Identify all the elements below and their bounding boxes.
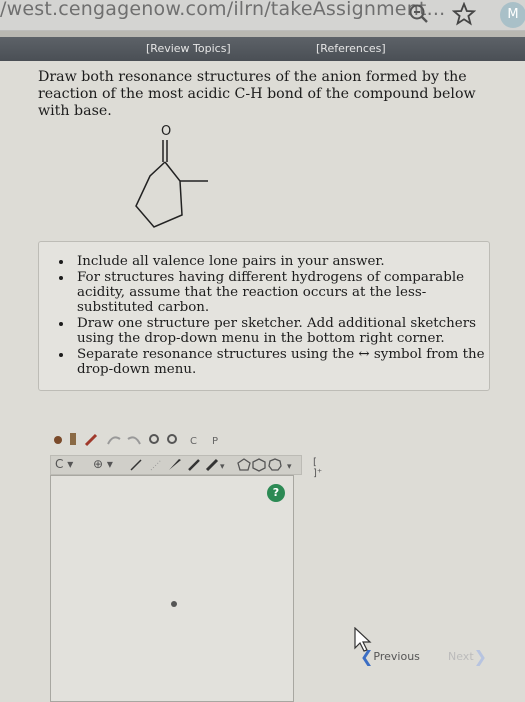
help-icon[interactable]: ?: [267, 484, 285, 502]
zoom-icon[interactable]: [408, 3, 430, 25]
canvas-dot: [171, 601, 177, 607]
bracket-tool[interactable]: [ ]⁺: [313, 457, 322, 479]
profile-avatar[interactable]: M: [500, 2, 525, 28]
next-button[interactable]: Next❯: [448, 647, 487, 666]
single-bond-icon[interactable]: [130, 459, 142, 471]
chevron-right-icon: ❯: [473, 647, 488, 666]
instruction-item: Include all valence lone pairs in your a…: [73, 254, 489, 269]
review-topics-link[interactable]: [Review Topics]: [146, 42, 231, 55]
lasso-tool-icon[interactable]: [70, 433, 76, 445]
previous-button[interactable]: ❮Previous: [360, 647, 420, 666]
sketcher-canvas[interactable]: ?: [50, 475, 294, 702]
question-text: Draw both resonance structures of the an…: [38, 69, 476, 119]
assignment-header: [Review Topics] [References]: [0, 37, 525, 61]
instruction-item: Separate resonance structures using the …: [73, 347, 489, 377]
double-bond-icon[interactable]: [188, 459, 200, 471]
charge-tool[interactable]: ⊕ ▾: [93, 457, 113, 471]
wedge-bond-icon[interactable]: [169, 459, 181, 470]
url-text[interactable]: /west.cengagenow.com/ilrn/takeAssignment…: [0, 0, 445, 20]
svg-text:▾: ▾: [220, 462, 225, 472]
element-picker[interactable]: C ▾: [55, 457, 73, 471]
zoom-in-icon[interactable]: [149, 434, 159, 444]
clean-structure-icon[interactable]: C: [190, 436, 197, 447]
svg-text:▾: ▾: [287, 462, 292, 472]
ring-tool-hexagon-icon[interactable]: [252, 458, 266, 472]
browser-address-bar[interactable]: /west.cengagenow.com/ilrn/takeAssignment…: [0, 0, 525, 31]
zoom-out-icon[interactable]: [167, 434, 177, 444]
sketcher-top-toolbar: C P: [50, 429, 250, 451]
sketcher-bottom-toolbar: C ▾ ⊕ ▾ ▾ ▾ [ ]⁺: [50, 455, 322, 479]
redo-icon[interactable]: [127, 436, 141, 445]
ring-tool-heptagon-icon[interactable]: [268, 458, 282, 471]
eraser-tool-icon[interactable]: [84, 433, 98, 447]
question-content: Draw both resonance structures of the an…: [0, 61, 525, 702]
ring-tool-pentagon-icon[interactable]: [237, 458, 251, 471]
oxygen-atom-label: O: [161, 124, 171, 139]
chevron-left-icon: ❮: [360, 647, 374, 666]
select-tool-icon[interactable]: [54, 436, 62, 444]
hash-bond-icon[interactable]: [150, 459, 162, 471]
references-link[interactable]: [References]: [316, 42, 386, 55]
triple-bond-icon[interactable]: [205, 458, 219, 472]
paste-icon[interactable]: P: [212, 436, 218, 447]
undo-icon[interactable]: [107, 436, 121, 445]
instructions-panel: Include all valence lone pairs in your a…: [38, 241, 490, 391]
bookmark-star-icon[interactable]: [452, 2, 476, 26]
instruction-item: For structures having different hydrogen…: [73, 270, 489, 315]
instruction-item: Draw one structure per sketcher. Add add…: [73, 316, 489, 346]
